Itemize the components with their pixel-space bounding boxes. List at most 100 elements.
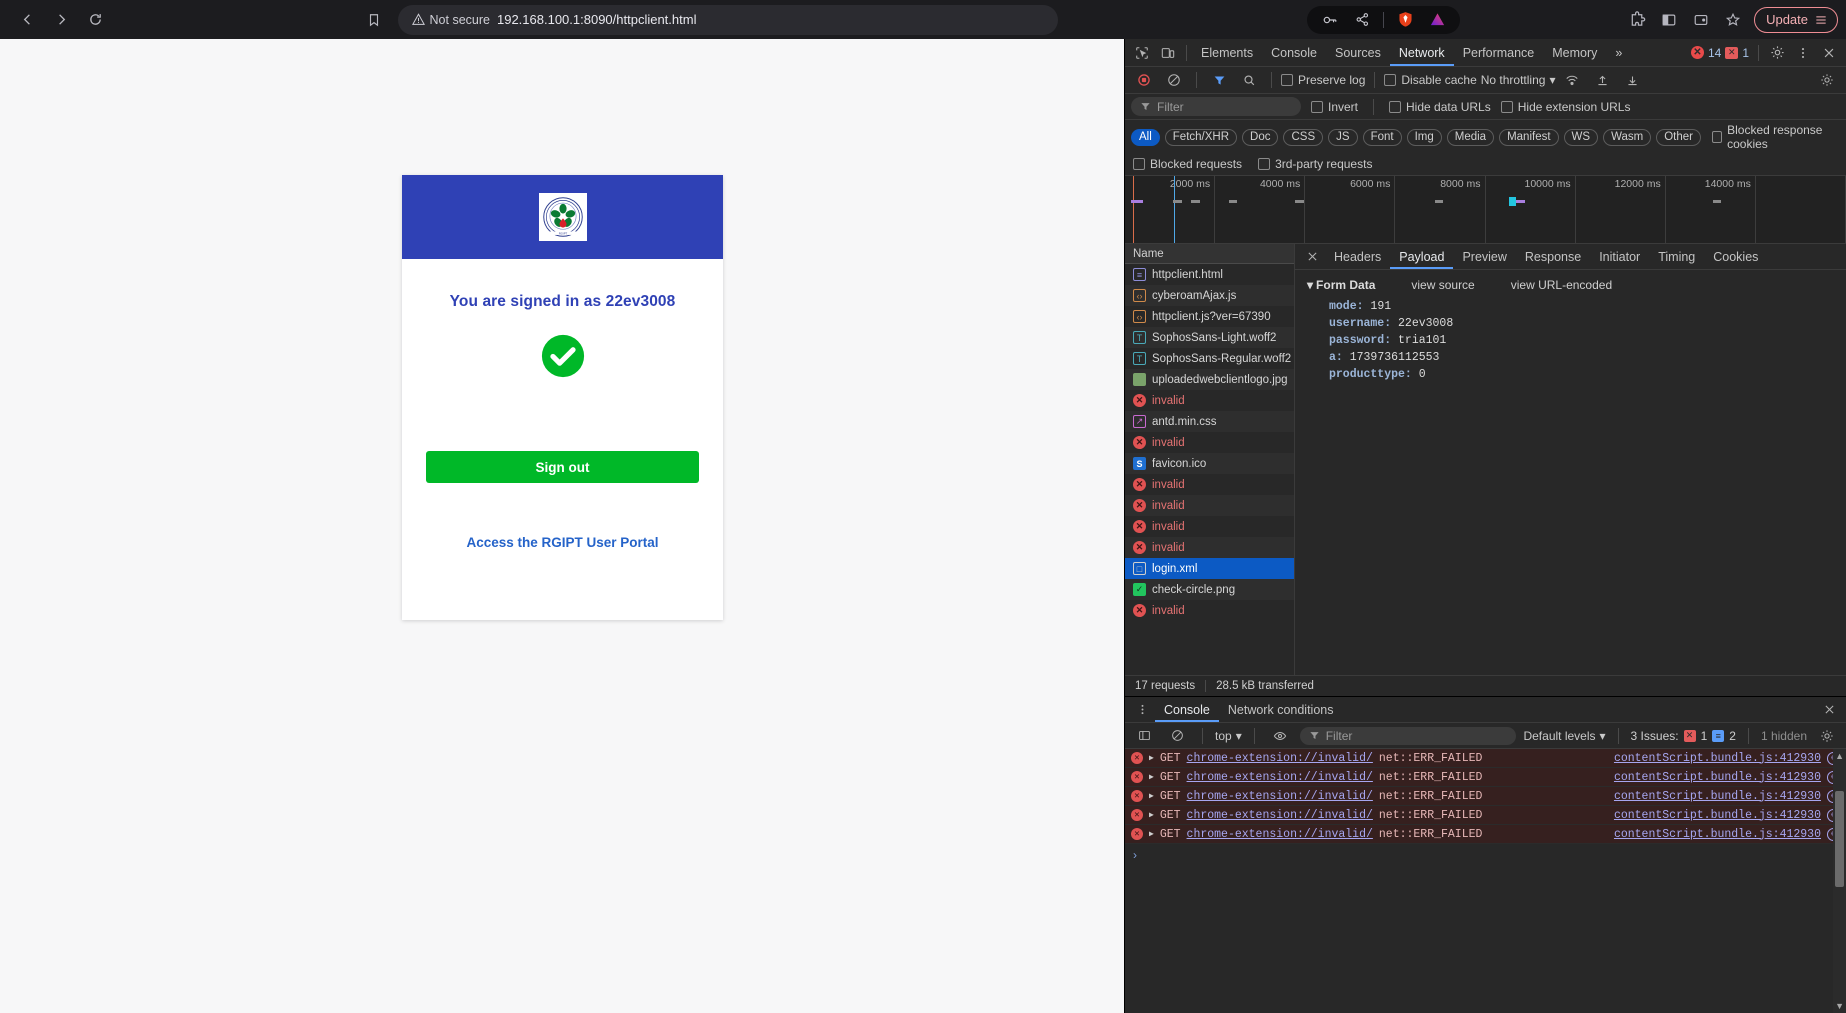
drawer-menu-icon[interactable] [1129,698,1155,722]
console-message-row[interactable]: ✕ ▶ GET chrome-extension://invalid/net::ERR… [1125,806,1846,825]
update-button[interactable]: Update [1754,6,1838,33]
scrollbar-thumb[interactable] [1835,791,1844,887]
console-messages[interactable]: ✕ ▶ GET chrome-extension://invalid/net::ERR… [1125,749,1846,1013]
request-row[interactable]: ✕ invalid [1125,495,1294,516]
share-icon[interactable] [1351,9,1373,31]
expand-triangle-icon[interactable]: ▶ [1149,791,1154,801]
console-scrollbar[interactable]: ▲ ▼ [1833,749,1846,1013]
console-settings-icon[interactable] [1814,724,1840,748]
type-filter-fetch-xhr[interactable]: Fetch/XHR [1164,128,1238,146]
blocked-response-cookies-checkbox[interactable]: Blocked response cookies [1712,123,1840,151]
request-row[interactable]: ✕ invalid [1125,537,1294,558]
detail-tab-cookies[interactable]: Cookies [1704,244,1767,269]
detail-tab-timing[interactable]: Timing [1649,244,1704,269]
bookmark-icon[interactable] [360,6,388,34]
expand-triangle-icon[interactable]: ▶ [1149,829,1154,839]
search-icon[interactable] [1236,68,1262,92]
filter-icon[interactable] [1206,68,1232,92]
console-url[interactable]: chrome-extension://invalid/ [1187,771,1373,784]
extensions-icon[interactable] [1622,5,1652,35]
reload-icon[interactable] [80,5,110,35]
console-message-row[interactable]: ✕ ▶ GET chrome-extension://invalid/net::ERR… [1125,787,1846,806]
disable-cache-checkbox[interactable]: Disable cache [1384,73,1477,87]
detail-tab-headers[interactable]: Headers [1325,244,1390,269]
request-row[interactable]: Sfavicon.ico [1125,453,1294,474]
hide-data-urls-checkbox[interactable]: Hide data URLs [1389,100,1491,114]
request-row[interactable]: ≡ httpclient.html [1125,264,1294,285]
detail-tab-payload[interactable]: Payload [1390,244,1453,269]
console-sidebar-icon[interactable] [1131,724,1157,748]
back-arrow-icon[interactable] [12,5,42,35]
network-settings-icon[interactable] [1814,68,1840,92]
expand-triangle-icon[interactable]: ▶ [1149,772,1154,782]
view-source-button[interactable]: view source [1411,278,1474,292]
type-filter-all[interactable]: All [1131,128,1160,146]
record-stop-icon[interactable] [1131,68,1157,92]
network-conditions-icon[interactable] [1559,68,1585,92]
password-key-icon[interactable] [1319,9,1341,31]
sign-out-button[interactable]: Sign out [426,451,699,483]
live-expression-icon[interactable] [1267,724,1293,748]
drawer-tab-console[interactable]: Console [1155,697,1219,722]
type-filter-wasm[interactable]: Wasm [1603,128,1652,146]
scroll-up-arrow-icon[interactable]: ▲ [1835,751,1844,761]
type-filter-js[interactable]: JS [1328,128,1358,146]
console-context-selector[interactable]: top ▾ [1215,729,1242,743]
more-tabs-button[interactable]: » [1606,39,1631,66]
gear-icon[interactable] [1764,41,1790,65]
tab-network[interactable]: Network [1390,39,1454,66]
expand-triangle-icon[interactable]: ▶ [1149,810,1154,820]
not-secure-indicator[interactable]: Not secure [411,13,490,27]
wallet-icon[interactable] [1686,5,1716,35]
request-row[interactable]: ‹› cyberoamAjax.js [1125,285,1294,306]
tab-sources[interactable]: Sources [1326,39,1390,66]
detail-tab-response[interactable]: Response [1516,244,1590,269]
type-filter-font[interactable]: Font [1362,128,1402,146]
request-row[interactable]: ✕ invalid [1125,474,1294,495]
leo-ai-icon[interactable] [1426,9,1448,31]
issues-summary[interactable]: 3 Issues: ✕ 1 ≡ 2 [1631,729,1736,743]
export-har-icon[interactable] [1619,68,1645,92]
request-row[interactable]: ‹› httpclient.js?ver=67390 [1125,306,1294,327]
tab-console[interactable]: Console [1262,39,1326,66]
invert-checkbox[interactable]: Invert [1311,100,1358,114]
kebab-menu-icon[interactable] [1790,41,1816,65]
bookmark-star-icon[interactable] [1718,5,1748,35]
detail-tab-initiator[interactable]: Initiator [1590,244,1649,269]
request-row[interactable]: ↗ antd.min.css [1125,411,1294,432]
clear-console-icon[interactable] [1164,724,1190,748]
scroll-down-arrow-icon[interactable]: ▼ [1835,1001,1844,1011]
type-filter-media[interactable]: Media [1446,128,1495,146]
console-source-link[interactable]: contentScript.bundle.js:412930 [1614,752,1821,765]
network-filter-input[interactable]: Filter [1131,97,1301,116]
request-row[interactable]: □ login.xml [1125,558,1294,579]
type-filter-img[interactable]: Img [1406,128,1442,146]
network-timeline-overview[interactable]: 2000 ms 4000 ms 6000 ms 8000 ms 10000 ms 1200… [1125,176,1846,244]
console-source-link[interactable]: contentScript.bundle.js:412930 [1614,771,1821,784]
console-source-link[interactable]: contentScript.bundle.js:412930 [1614,809,1821,822]
device-toolbar-icon[interactable] [1155,41,1181,65]
console-levels-dropdown[interactable]: Default levels ▾ [1523,729,1605,743]
user-portal-link[interactable]: Access the RGIPT User Portal [426,535,699,550]
type-filter-ws[interactable]: WS [1563,128,1599,146]
request-name-column-header[interactable]: Name [1125,244,1294,264]
request-row[interactable]: ✕ invalid [1125,432,1294,453]
sidebar-icon[interactable] [1654,5,1684,35]
expand-triangle-icon[interactable]: ▶ [1149,753,1154,763]
type-filter-manifest[interactable]: Manifest [1499,128,1559,146]
forward-arrow-icon[interactable] [46,5,76,35]
console-url[interactable]: chrome-extension://invalid/ [1187,809,1373,822]
third-party-requests-checkbox[interactable]: 3rd-party requests [1258,157,1372,171]
console-message-row[interactable]: ✕ ▶ GET chrome-extension://invalid/net::ERR… [1125,825,1846,844]
request-row[interactable]: ✕ invalid [1125,390,1294,411]
console-source-link[interactable]: contentScript.bundle.js:412930 [1614,828,1821,841]
console-url[interactable]: chrome-extension://invalid/ [1187,752,1373,765]
console-prompt[interactable]: › [1125,844,1846,866]
error-count-badge[interactable]: ✕ 14 [1690,46,1721,60]
type-filter-css[interactable]: CSS [1283,128,1324,146]
close-icon[interactable] [1816,41,1842,65]
console-message-row[interactable]: ✕ ▶ GET chrome-extension://invalid/net::ERR… [1125,749,1846,768]
address-bar[interactable]: Not secure 192.168.100.1:8090/httpclient… [397,4,1058,35]
console-source-link[interactable]: contentScript.bundle.js:412930 [1614,790,1821,803]
form-data-title-group[interactable]: ▾ Form Data [1307,278,1375,292]
